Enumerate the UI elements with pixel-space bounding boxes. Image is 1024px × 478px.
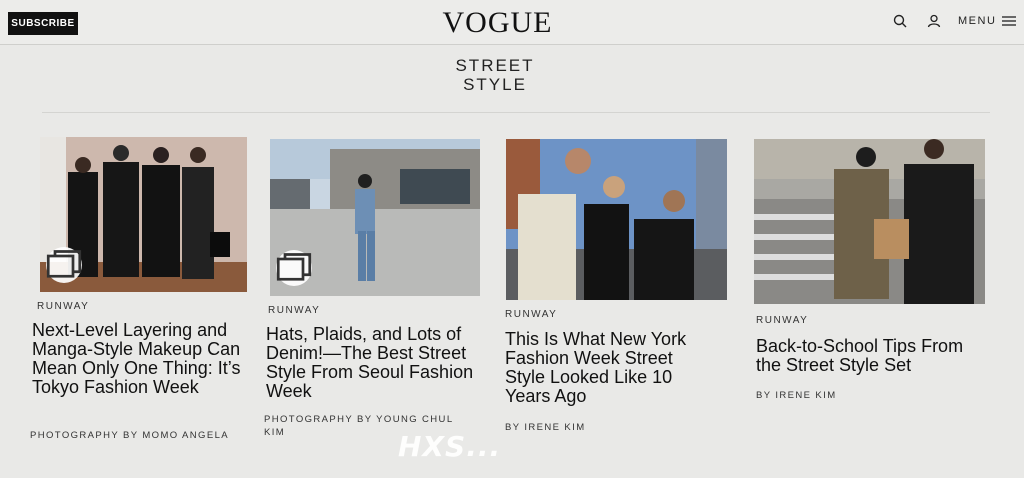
article-3-headline[interactable]: This Is What New York Fashion Week Stree… <box>505 330 710 406</box>
section-title-line1: STREET <box>455 56 535 75</box>
menu-button[interactable]: MENU <box>958 10 1017 32</box>
article-3-byline: BY IRENE KIM <box>505 422 586 433</box>
user-icon[interactable] <box>923 10 945 32</box>
section-title-line2: STYLE <box>463 75 527 94</box>
vogue-logo[interactable]: VOGUE <box>440 6 555 40</box>
article-4-byline: BY IRENE KIM <box>756 390 837 401</box>
article-1-headline[interactable]: Next-Level Layering and Manga-Style Make… <box>32 321 242 397</box>
article-4-kicker[interactable]: RUNWAY <box>756 315 808 326</box>
article-1-photo[interactable] <box>40 137 247 292</box>
section-divider <box>42 112 990 113</box>
article-2-photo[interactable] <box>270 139 480 296</box>
hamburger-icon <box>1002 16 1017 26</box>
article-4-photo[interactable] <box>754 139 985 304</box>
article-2-headline[interactable]: Hats, Plaids, and Lots of Denim!—The Bes… <box>266 325 481 401</box>
article-2-kicker[interactable]: RUNWAY <box>268 305 320 316</box>
subscribe-button[interactable]: SUBSCRIBE <box>8 12 78 35</box>
menu-label: MENU <box>958 15 997 27</box>
article-1-byline: PHOTOGRAPHY BY MOMO ANGELA <box>30 430 229 441</box>
gallery-icon <box>276 250 312 286</box>
search-icon[interactable] <box>889 10 911 32</box>
article-3-kicker[interactable]: RUNWAY <box>505 309 557 320</box>
article-1-kicker[interactable]: RUNWAY <box>37 301 89 312</box>
gallery-icon <box>46 247 82 283</box>
top-navigation-bar: SUBSCRIBE VOGUE MENU <box>0 0 1024 45</box>
article-4-headline[interactable]: Back-to-School Tips From the Street Styl… <box>756 337 991 375</box>
article-3-photo[interactable] <box>506 139 727 300</box>
watermark-overlay: HXS... <box>398 430 502 463</box>
section-title: STREET STYLE <box>430 56 560 94</box>
